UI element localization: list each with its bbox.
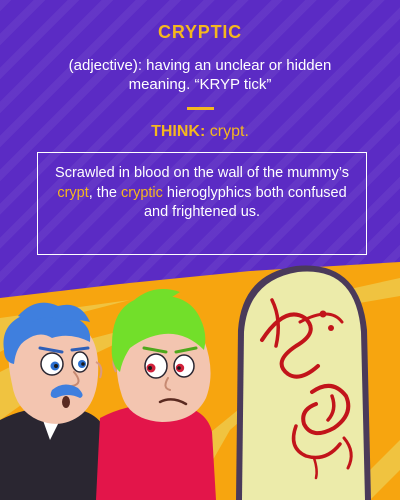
vocabulary-card: CRYPTIC (adjective): having an unclear o… [0,0,400,500]
illustration [0,262,400,500]
